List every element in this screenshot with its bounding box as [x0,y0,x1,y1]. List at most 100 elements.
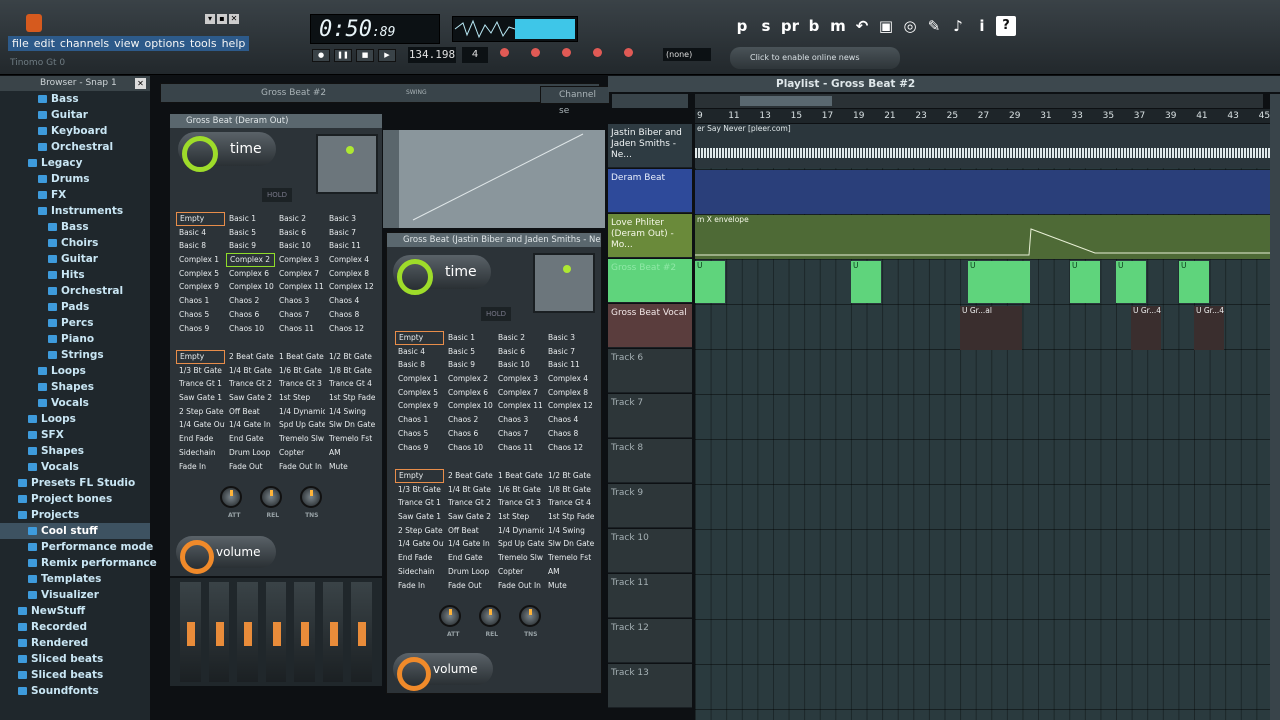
browser-item[interactable]: Pads [0,299,150,315]
preset-button[interactable]: Complex 11 [276,280,325,294]
preset-button[interactable]: Trance Gt 1 [395,496,444,510]
stop-icon[interactable]: ■ [356,49,374,62]
volume-mode-button[interactable]: volume [176,536,276,574]
track-header[interactable]: Love Phliter (Deram Out) - Mo... [608,214,692,258]
track-header[interactable]: Gross Beat #2 [608,259,692,303]
preset-button[interactable]: Complex 1 [176,253,225,267]
rec-icon[interactable]: ● [312,49,330,62]
preset-button[interactable]: Chaos 3 [276,294,325,308]
preset-button[interactable]: 1/4 Gate In [445,537,494,551]
preset-button[interactable]: Chaos 8 [326,308,375,322]
preset-button[interactable]: 1/4 Gate Out [176,418,225,432]
menu-file[interactable]: file [12,37,29,50]
help-icon[interactable]: ? [996,16,1016,36]
gross-beat-clip[interactable]: U [1179,261,1209,303]
preset-button[interactable]: Complex 6 [445,386,494,400]
preset-button[interactable]: Complex 9 [395,399,444,413]
browser-item[interactable]: Loops [0,363,150,379]
preset-button[interactable]: Chaos 8 [545,427,594,441]
track-header[interactable]: Track 9 [608,484,692,528]
envelope-editor[interactable] [383,130,605,228]
browser-item[interactable]: Percs [0,315,150,331]
preset-button[interactable]: Tremelo Slw [495,551,544,565]
mixer-fader[interactable] [294,582,315,682]
browser-item[interactable]: Keyboard [0,123,150,139]
preset-button[interactable]: Empty [395,469,444,483]
preset-button[interactable]: 1/4 Dynamic [276,405,325,419]
preset-button[interactable]: 1/4 Gate In [226,418,275,432]
plugin-title[interactable]: Gross Beat (Deram Out) [170,114,382,128]
preset-button[interactable]: Saw Gate 1 [395,510,444,524]
restore-icon[interactable]: ▪ [217,14,227,24]
track-header[interactable]: Gross Beat Vocal [608,304,692,348]
preset-button[interactable]: 1/2 Bt Gate [545,469,594,483]
browser-item[interactable]: Templates [0,571,150,587]
track-header[interactable]: Jastin Biber and Jaden Smiths - Ne... [608,124,692,168]
preset-button[interactable]: Tremelo Slw [276,432,325,446]
tns-knob[interactable] [519,605,541,627]
led-icon[interactable] [531,48,540,57]
led-icon[interactable] [562,48,571,57]
menu-channels[interactable]: channels [60,37,109,50]
preset-button[interactable]: Complex 10 [226,280,275,294]
gross-beat-clip[interactable]: U [851,261,881,303]
led-icon[interactable] [593,48,602,57]
preset-button[interactable]: Chaos 10 [226,322,275,336]
preset-button[interactable]: Chaos 5 [395,427,444,441]
preset-button[interactable]: Basic 5 [445,345,494,359]
browser-item[interactable]: Projects [0,507,150,523]
preset-button[interactable]: Complex 3 [276,253,325,267]
preset-button[interactable]: Spd Up Gate [495,537,544,551]
menu-edit[interactable]: edit [34,37,55,50]
preset-button[interactable]: Fade In [176,460,225,474]
preset-button[interactable]: Chaos 7 [276,308,325,322]
info-icon[interactable]: i [972,16,992,36]
preset-button[interactable]: Off Beat [226,405,275,419]
browser-item[interactable]: Guitar [0,251,150,267]
plugin-title[interactable]: Gross Beat (Jastin Biber and Jaden Smith… [387,233,601,247]
tempo-display[interactable]: 134.198 [408,47,456,63]
xy-pad[interactable] [533,253,595,313]
preset-button[interactable]: AM [545,565,594,579]
preset-button[interactable]: Copter [276,446,325,460]
led-icon[interactable] [500,48,509,57]
browser-item[interactable]: Vocals [0,395,150,411]
track-header[interactable]: Track 11 [608,574,692,618]
preset-button[interactable]: Complex 5 [395,386,444,400]
preset-button[interactable]: Copter [495,565,544,579]
browser-item[interactable]: Instruments [0,203,150,219]
browser-item[interactable]: Remix performance [0,555,157,571]
preset-button[interactable]: Basic 7 [326,226,375,240]
hold-button[interactable]: HOLD [481,307,511,321]
preset-button[interactable]: Basic 8 [395,358,444,372]
preset-button[interactable]: Spd Up Gate [276,418,325,432]
led-icon[interactable] [624,48,633,57]
preset-button[interactable]: Complex 7 [276,267,325,281]
mixer-fader[interactable] [351,582,373,682]
preset-button[interactable]: Complex 4 [545,372,594,386]
preset-button[interactable]: Fade Out In [276,460,325,474]
att-knob[interactable] [439,605,461,627]
browser-item[interactable]: Rendered [0,635,150,651]
preset-button[interactable]: Chaos 5 [176,308,225,322]
preset-button[interactable]: Saw Gate 1 [176,391,225,405]
preset-button[interactable]: Drum Loop [226,446,275,460]
preset-button[interactable]: 1/4 Swing [326,405,375,419]
deram-beat-clip[interactable] [695,170,1270,214]
preset-button[interactable]: Complex 4 [326,253,375,267]
preset-button[interactable]: End Gate [445,551,494,565]
close-icon[interactable]: ✕ [229,14,239,24]
channel-rack-header[interactable]: Gross Beat #2 SWING [160,83,600,103]
preset-button[interactable]: Basic 4 [176,226,225,240]
preset-button[interactable]: Fade Out [445,579,494,593]
preset-button[interactable]: Trance Gt 3 [276,377,325,391]
preset-button[interactable]: Complex 3 [495,372,544,386]
gross-beat-clip[interactable]: U [695,261,725,303]
preset-button[interactable]: 1/2 Bt Gate [326,350,375,364]
preset-button[interactable]: Chaos 9 [395,441,444,455]
browser-item[interactable]: Soundfonts [0,683,150,699]
mixer-fader[interactable] [237,582,258,682]
preset-button[interactable]: Trance Gt 4 [545,496,594,510]
preset-button[interactable]: Trance Gt 2 [445,496,494,510]
gross-beat-clip[interactable]: U [1116,261,1146,303]
